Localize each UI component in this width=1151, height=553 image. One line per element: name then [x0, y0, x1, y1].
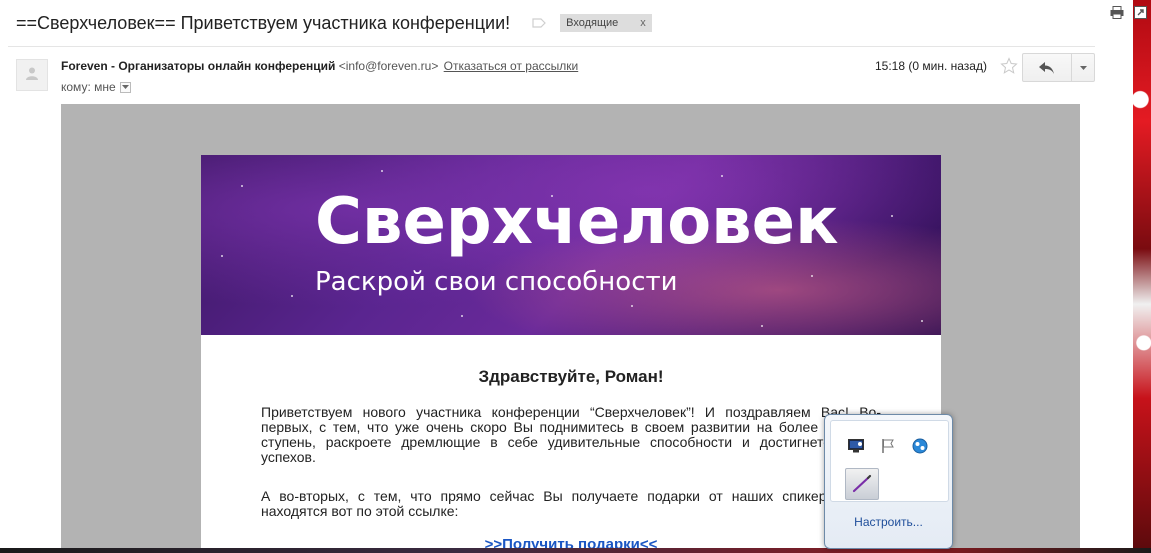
star-icon[interactable] — [1000, 57, 1018, 80]
taskbar-edge — [0, 548, 1151, 553]
dropdown-icon — [121, 84, 129, 89]
recipient-label: кому: мне — [61, 80, 116, 94]
sender-name[interactable]: Foreven - Организаторы онлайн конференци… — [61, 59, 335, 73]
network-icon[interactable] — [911, 437, 929, 455]
email-greeting: Здравствуйте, Роман! — [478, 367, 664, 386]
more-actions-button[interactable] — [1072, 54, 1094, 81]
banner-title: Сверхчеловек — [315, 185, 839, 259]
tray-icons-area — [830, 420, 949, 502]
sender-line: Foreven - Организаторы онлайн конференци… — [61, 59, 578, 73]
email-subject: ==Сверхчеловек== Приветствуем участника … — [16, 12, 511, 33]
sender-email: <info@foreven.ru> — [338, 59, 439, 73]
details-dropdown[interactable] — [119, 81, 131, 93]
monitor-icon[interactable] — [847, 437, 865, 455]
subject-divider — [8, 46, 1095, 47]
unsubscribe-link[interactable]: Отказаться от рассылки — [444, 59, 579, 73]
top-actions — [1110, 6, 1147, 19]
tray-overflow-popup: Настроить... — [824, 414, 953, 549]
received-time: 15:18 (0 мин. назад) — [875, 59, 987, 73]
inbox-label-text: Входящие — [566, 17, 619, 29]
more-icon — [1079, 65, 1087, 70]
remove-label-button[interactable]: x — [640, 17, 646, 29]
pen-icon — [852, 474, 872, 493]
customize-link[interactable]: Настроить... — [825, 515, 952, 529]
pen-tray-item[interactable] — [845, 468, 879, 500]
print-icon[interactable] — [1110, 6, 1124, 19]
label-icon[interactable] — [532, 18, 546, 28]
new-window-icon[interactable] — [1134, 6, 1147, 19]
flag-icon[interactable] — [879, 437, 897, 455]
email-paragraph: Приветствуем нового участника конференци… — [261, 404, 881, 465]
subject-row: ==Сверхчеловек== Приветствуем участника … — [16, 10, 1121, 36]
recipient-line: кому: мне — [61, 80, 131, 94]
inbox-label-chip[interactable]: Входящие x — [560, 14, 652, 32]
reply-button[interactable] — [1023, 54, 1072, 81]
banner-subtitle: Раскрой свои способности — [315, 267, 678, 297]
email-paragraph: А во-вторых, с тем, что прямо сейчас Вы … — [261, 488, 881, 519]
reply-button-group — [1022, 53, 1095, 82]
sender-avatar[interactable] — [16, 59, 48, 91]
reply-icon — [1039, 61, 1054, 74]
email-banner: Сверхчеловек Раскрой свои способности — [201, 155, 941, 335]
avatar-icon — [25, 66, 39, 85]
desktop-background-edge — [1133, 0, 1151, 553]
